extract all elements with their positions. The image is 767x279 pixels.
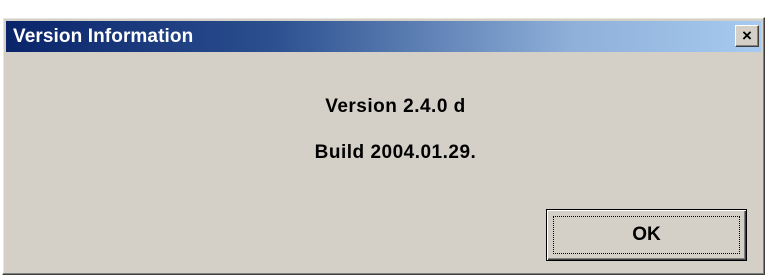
ok-button[interactable]: OK <box>546 209 747 261</box>
version-label: Version 2.4.0 d <box>325 96 466 117</box>
window-title: Version Information <box>13 25 194 47</box>
ok-button-label: OK <box>632 224 661 245</box>
build-label: Build 2004.01.29. <box>314 142 477 163</box>
close-button[interactable]: × <box>735 25 759 47</box>
title-bar[interactable]: Version Information × <box>6 21 761 52</box>
version-information-dialog: Version Information × Version 2.4.0 d Bu… <box>2 17 765 275</box>
close-icon: × <box>742 26 752 45</box>
